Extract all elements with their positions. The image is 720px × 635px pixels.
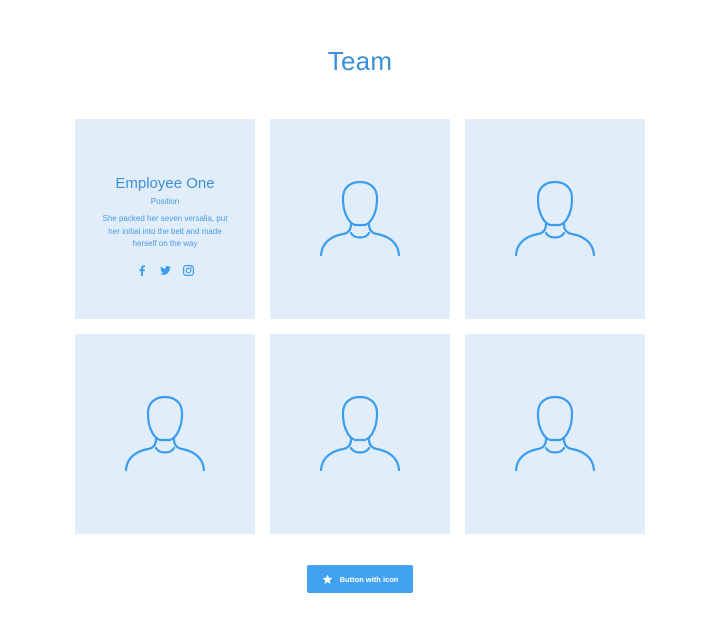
twitter-icon[interactable]: [159, 265, 171, 276]
team-card-placeholder[interactable]: [465, 334, 645, 534]
team-card-placeholder[interactable]: [270, 334, 450, 534]
user-outline-icon: [515, 395, 595, 471]
facebook-icon[interactable]: [137, 265, 148, 276]
team-card-employee-one[interactable]: Employee One Position She packed her sev…: [75, 119, 255, 319]
section-title: Team: [327, 46, 393, 76]
user-outline-icon: [515, 180, 595, 256]
employee-bio: She packed her seven versalia, put her i…: [102, 214, 228, 248]
star-icon: [322, 574, 333, 585]
avatar: [75, 334, 255, 534]
user-outline-icon: [125, 395, 205, 471]
avatar: [465, 334, 645, 534]
team-card-placeholder[interactable]: [465, 119, 645, 319]
social-links: [75, 265, 255, 276]
button-with-icon[interactable]: Button with icon: [307, 565, 413, 593]
button-label: Button with icon: [339, 574, 399, 584]
employee-name: Employee One: [115, 175, 215, 192]
avatar: [270, 334, 450, 534]
user-outline-icon: [320, 395, 400, 471]
instagram-icon[interactable]: [182, 265, 194, 276]
employee-profile: Employee One Position She packed her sev…: [75, 119, 255, 319]
avatar: [465, 119, 645, 319]
avatar: [270, 119, 450, 319]
team-card-placeholder[interactable]: [270, 119, 450, 319]
employee-position: Position: [150, 197, 180, 206]
user-outline-icon: [320, 180, 400, 256]
team-card-placeholder[interactable]: [75, 334, 255, 534]
